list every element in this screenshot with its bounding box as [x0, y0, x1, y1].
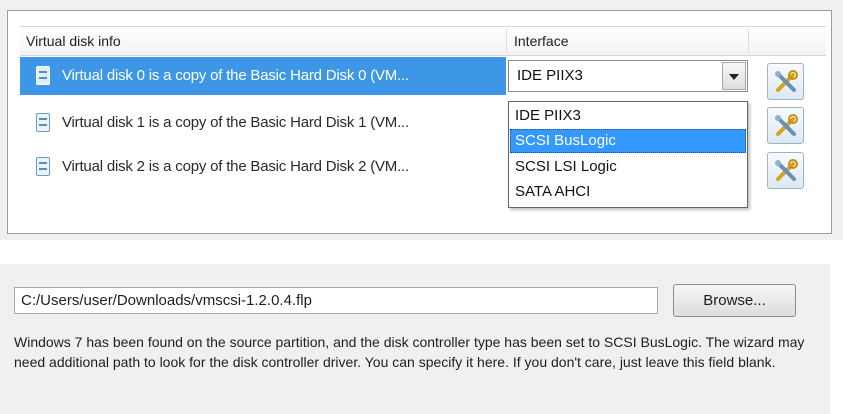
chevron-down-icon — [729, 74, 739, 80]
disk-row-1[interactable]: Virtual disk 1 is a copy of the Basic Ha… — [20, 104, 506, 142]
disk-row-label: Virtual disk 1 is a copy of the Basic Ha… — [62, 114, 409, 131]
virtual-disk-panel: Virtual disk info Interface Virtual disk… — [0, 0, 843, 240]
disk-settings-button-1[interactable] — [767, 107, 804, 144]
tools-icon — [775, 114, 798, 136]
disk-row-label: Virtual disk 2 is a copy of the Basic Ha… — [62, 158, 409, 175]
disk-row-label: Virtual disk 0 is a copy of the Basic Ha… — [62, 67, 409, 84]
disk-settings-button-2[interactable] — [767, 152, 804, 189]
interface-combobox-value: IDE PIIX3 — [517, 67, 583, 84]
dropdown-option-sata-ahci[interactable]: SATA AHCI — [510, 180, 746, 204]
disk-settings-button-0[interactable] — [767, 63, 804, 100]
browse-button[interactable]: Browse... — [673, 284, 796, 317]
dropdown-arrow-button[interactable] — [722, 62, 746, 90]
dropdown-option-ide-piix3[interactable]: IDE PIIX3 — [510, 104, 746, 128]
column-separator[interactable] — [748, 29, 749, 53]
column-header-virtual-disk-info[interactable]: Virtual disk info — [26, 27, 121, 55]
grid-header: Virtual disk info Interface — [20, 26, 826, 56]
controller-info-text: Windows 7 has been found on the source p… — [14, 334, 805, 370]
disk-icon — [36, 113, 50, 132]
column-separator[interactable] — [506, 29, 507, 53]
disk-row-0[interactable]: Virtual disk 0 is a copy of the Basic Ha… — [20, 57, 506, 95]
column-header-interface[interactable]: Interface — [514, 27, 568, 55]
interface-dropdown-list: IDE PIIX3 SCSI BusLogic SCSI LSI Logic S… — [508, 101, 748, 208]
driver-path-input[interactable] — [14, 287, 658, 314]
disk-icon — [36, 157, 50, 176]
disk-icon — [36, 66, 50, 85]
dropdown-option-scsi-lsi-logic[interactable]: SCSI LSI Logic — [510, 155, 746, 179]
tools-icon — [775, 159, 798, 181]
tools-icon — [775, 70, 798, 92]
dropdown-option-scsi-buslogic[interactable]: SCSI BusLogic — [510, 129, 746, 153]
disk-row-2[interactable]: Virtual disk 2 is a copy of the Basic Ha… — [20, 148, 506, 186]
interface-combobox[interactable]: IDE PIIX3 — [508, 60, 748, 92]
